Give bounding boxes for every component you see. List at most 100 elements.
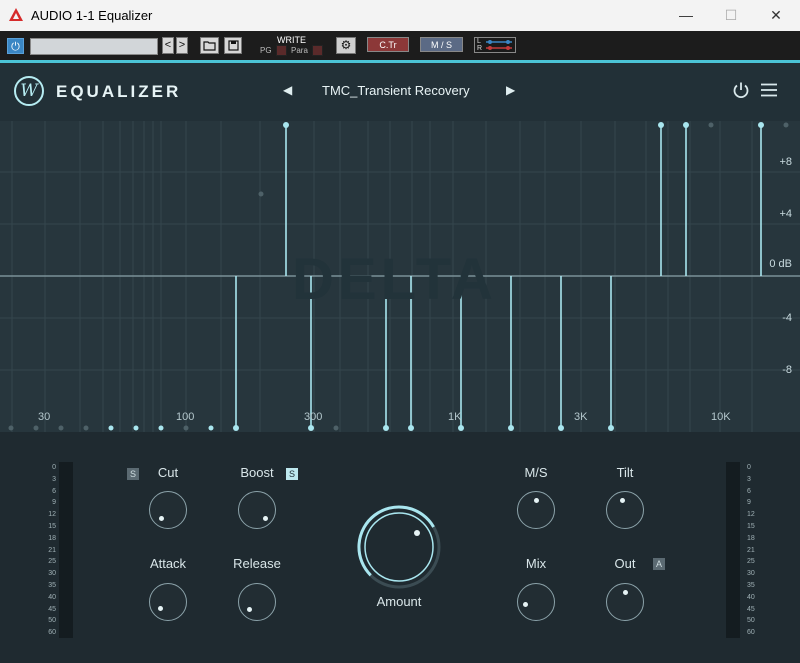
delta-watermark: DELTA [292, 247, 497, 312]
attack-knob[interactable] [149, 583, 187, 621]
meter-tick-label: 18 [747, 534, 755, 542]
meter-tick-label: 3 [52, 475, 56, 483]
meter-tick-label: 12 [747, 511, 755, 519]
output-meter-bar [726, 462, 740, 638]
tilt-knob[interactable] [606, 491, 644, 529]
boost-label: Boost [240, 465, 274, 480]
bypass-power-button[interactable]: ⏻ [7, 38, 24, 54]
release-label: Release [233, 556, 281, 571]
save-icon [227, 40, 239, 51]
output-meter: 0 3 6 9 12 15 18 21 25 30 35 40 45 50 60 [725, 462, 755, 638]
preset-prev-button[interactable]: ◀ [283, 83, 292, 97]
folder-icon [203, 41, 216, 51]
gear-icon: ⚙ [340, 38, 352, 52]
meter-tick-label: 40 [747, 593, 755, 601]
meter-tick-label: 21 [48, 546, 56, 554]
ms-button[interactable]: M / S [420, 37, 463, 52]
settings-button[interactable]: ⚙ [336, 37, 356, 54]
power-icon[interactable] [732, 81, 750, 99]
window-title: AUDIO 1-1 Equalizer [31, 8, 153, 23]
meter-tick-label: 9 [52, 499, 56, 507]
meter-tick-label: 35 [747, 581, 755, 589]
meter-tick-label: 0 [747, 464, 751, 471]
meter-tick-label: 50 [48, 617, 56, 625]
meter-tick-label: 12 [48, 511, 56, 519]
meter-tick-label: 35 [48, 581, 56, 589]
pg-label: PG [260, 46, 272, 55]
meter-tick-label: 60 [48, 629, 56, 637]
db-label-zero: 0 dB [769, 258, 792, 270]
meter-tick-label: 50 [747, 617, 755, 625]
save-button[interactable] [224, 37, 242, 54]
tilt-label: Tilt [616, 465, 634, 480]
right-channel-label: R [477, 45, 483, 52]
prev-preset-button[interactable]: < [162, 37, 174, 54]
meter-tick-label: 30 [48, 570, 56, 578]
out-auto-badge[interactable]: A [653, 558, 665, 570]
meter-tick-label: 3 [747, 475, 751, 483]
boost-knob[interactable] [238, 491, 276, 529]
plugin-header: W EQUALIZER ◀ TMC_Transient Recovery ▶ [0, 63, 800, 121]
db-label-minus8: -8 [782, 364, 792, 376]
amount-knob[interactable] [354, 502, 444, 592]
freq-label-300: 300 [304, 411, 323, 423]
ms-knob[interactable] [517, 491, 555, 529]
meter-tick-label: 60 [747, 629, 755, 637]
meter-tick-label: 25 [48, 558, 56, 566]
preset-field[interactable] [30, 38, 158, 55]
out-knob[interactable] [606, 583, 644, 621]
db-label-plus4: +4 [779, 208, 792, 220]
cut-label: Cut [157, 465, 179, 480]
meter-tick-label: 9 [747, 499, 751, 507]
close-button[interactable]: ✕ [753, 0, 799, 31]
meter-tick-label: 0 [52, 464, 56, 471]
channel-routing-button[interactable]: L R [474, 37, 516, 53]
freq-label-1k: 1K [448, 411, 462, 423]
meter-tick-label: 18 [48, 534, 56, 542]
meter-tick-label: 6 [747, 487, 751, 495]
window-titlebar: AUDIO 1-1 Equalizer — ☐ ✕ [0, 0, 800, 31]
attack-label: Attack [149, 556, 187, 571]
write-label: WRITE [277, 35, 306, 45]
meter-tick-label: 45 [48, 605, 56, 613]
routing-icon [486, 40, 512, 50]
mix-knob[interactable] [517, 583, 555, 621]
menu-icon[interactable] [761, 83, 777, 97]
left-channel-label: L [477, 38, 481, 45]
maximize-button[interactable]: ☐ [708, 0, 754, 31]
input-meter-bar [59, 462, 73, 638]
freq-label-100: 100 [176, 411, 195, 423]
next-preset-button[interactable]: > [176, 37, 188, 54]
input-meter: 0 3 6 9 12 15 18 21 25 30 35 40 45 50 60 [40, 462, 73, 639]
preset-name[interactable]: TMC_Transient Recovery [322, 83, 470, 98]
db-label-plus8: +8 [779, 156, 792, 168]
meter-tick-label: 25 [747, 558, 755, 566]
preset-next-button[interactable]: ▶ [506, 83, 515, 97]
para-label: Para [291, 46, 308, 55]
ctr-button[interactable]: C.Tr [367, 37, 409, 52]
open-folder-button[interactable] [200, 37, 219, 54]
app-logo-icon [9, 8, 23, 21]
meter-tick-label: 30 [747, 570, 755, 578]
ms-label: M/S [524, 465, 548, 480]
host-toolbar: ⏻ < > WRITE PG Para ⚙ C.Tr M / S L R [0, 31, 800, 61]
freq-label-3k: 3K [574, 411, 588, 423]
mix-label: Mix [525, 556, 547, 571]
eq-graph[interactable]: DELTA +8 +4 0 dB -4 -8 30 100 300 1K 3K … [0, 121, 800, 432]
output-meter-scale: 0 3 6 9 12 15 18 21 25 30 35 40 45 50 60 [747, 462, 763, 639]
boost-solo-badge[interactable]: S [286, 468, 298, 480]
freq-label-30: 30 [38, 411, 51, 423]
release-knob[interactable] [238, 583, 276, 621]
pg-toggle[interactable] [276, 45, 287, 56]
cut-knob[interactable] [149, 491, 187, 529]
meter-tick-label: 40 [48, 593, 56, 601]
db-label-minus4: -4 [782, 312, 792, 324]
plugin-title: EQUALIZER [56, 82, 182, 101]
minimize-button[interactable]: — [663, 0, 709, 31]
meter-tick-label: 15 [747, 522, 755, 530]
para-toggle[interactable] [312, 45, 323, 56]
meter-tick-label: 6 [52, 487, 56, 495]
amount-label: Amount [376, 594, 422, 609]
input-meter-scale: 0 3 6 9 12 15 18 21 25 30 35 40 45 50 60 [40, 462, 56, 639]
freq-label-10k: 10K [711, 411, 731, 423]
